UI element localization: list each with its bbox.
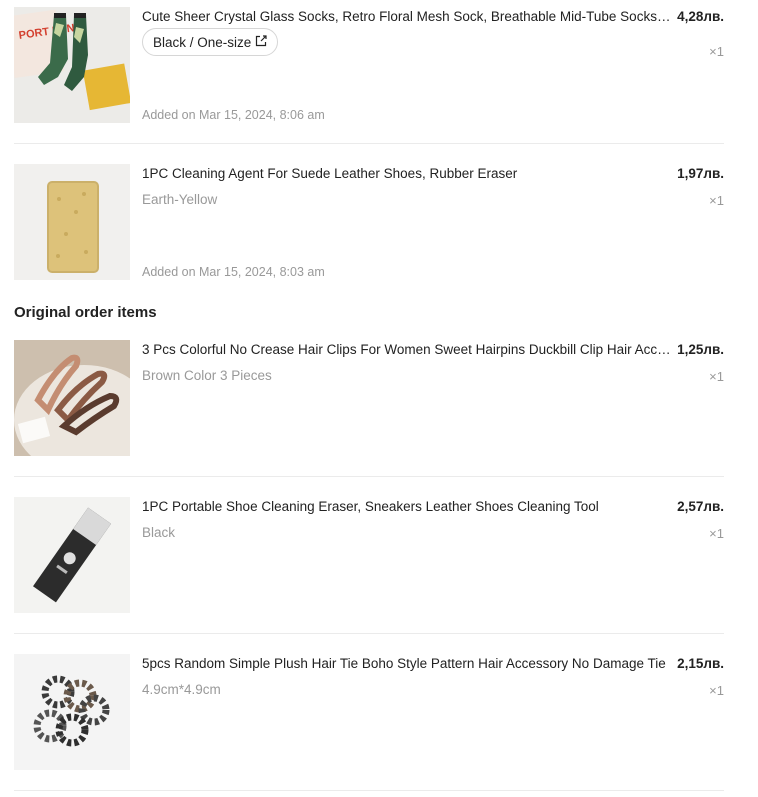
cart-item: 5pcs Random Simple Plush Hair Tie Boho S… <box>14 654 724 791</box>
variant-label: Black / One-size <box>153 34 252 50</box>
product-quantity: ×1 <box>709 369 724 384</box>
divider <box>14 476 724 477</box>
product-image[interactable] <box>14 340 130 456</box>
product-title[interactable]: 1PC Cleaning Agent For Suede Leather Sho… <box>142 166 672 181</box>
product-title[interactable]: 3 Pcs Colorful No Crease Hair Clips For … <box>142 342 672 357</box>
edit-icon <box>255 34 267 50</box>
product-title[interactable]: Cute Sheer Crystal Glass Socks, Retro Fl… <box>142 9 672 24</box>
product-quantity: ×1 <box>709 683 724 698</box>
product-quantity: ×1 <box>709 526 724 541</box>
cart-item: 1PC Cleaning Agent For Suede Leather Sho… <box>14 164 724 280</box>
variant-label: Earth-Yellow <box>142 192 218 207</box>
product-quantity: ×1 <box>709 193 724 208</box>
added-timestamp: Added on Mar 15, 2024, 8:03 am <box>142 265 325 279</box>
variant-label: 4.9cm*4.9cm <box>142 682 221 697</box>
variant-label: Black <box>142 525 176 540</box>
added-timestamp: Added on Mar 15, 2024, 8:06 am <box>142 108 325 122</box>
variant-label: Brown Color 3 Pieces <box>142 368 272 383</box>
cart-item: 3 Pcs Colorful No Crease Hair Clips For … <box>14 340 724 477</box>
product-price: 1,97лв. <box>677 166 724 181</box>
product-price: 1,25лв. <box>677 342 724 357</box>
product-price: 2,57лв. <box>677 499 724 514</box>
divider <box>14 790 724 791</box>
divider <box>14 143 724 144</box>
variant-select-button[interactable]: Black / One-size <box>142 28 279 56</box>
product-quantity: ×1 <box>709 44 724 59</box>
product-price: 2,15лв. <box>677 656 724 671</box>
product-image[interactable] <box>14 654 130 770</box>
section-title: Original order items <box>14 304 157 321</box>
product-price: 4,28лв. <box>677 9 724 24</box>
product-title[interactable]: 1PC Portable Shoe Cleaning Eraser, Sneak… <box>142 499 672 514</box>
cart-item: 1PC Portable Shoe Cleaning Eraser, Sneak… <box>14 497 724 634</box>
product-title[interactable]: 5pcs Random Simple Plush Hair Tie Boho S… <box>142 656 672 671</box>
divider <box>14 633 724 634</box>
product-image[interactable]: PORT LAND <box>14 7 130 123</box>
product-image[interactable] <box>14 497 130 613</box>
product-image[interactable] <box>14 164 130 280</box>
cart-item: PORT LAND Cute Sheer Crystal Glass Socks… <box>14 7 724 144</box>
